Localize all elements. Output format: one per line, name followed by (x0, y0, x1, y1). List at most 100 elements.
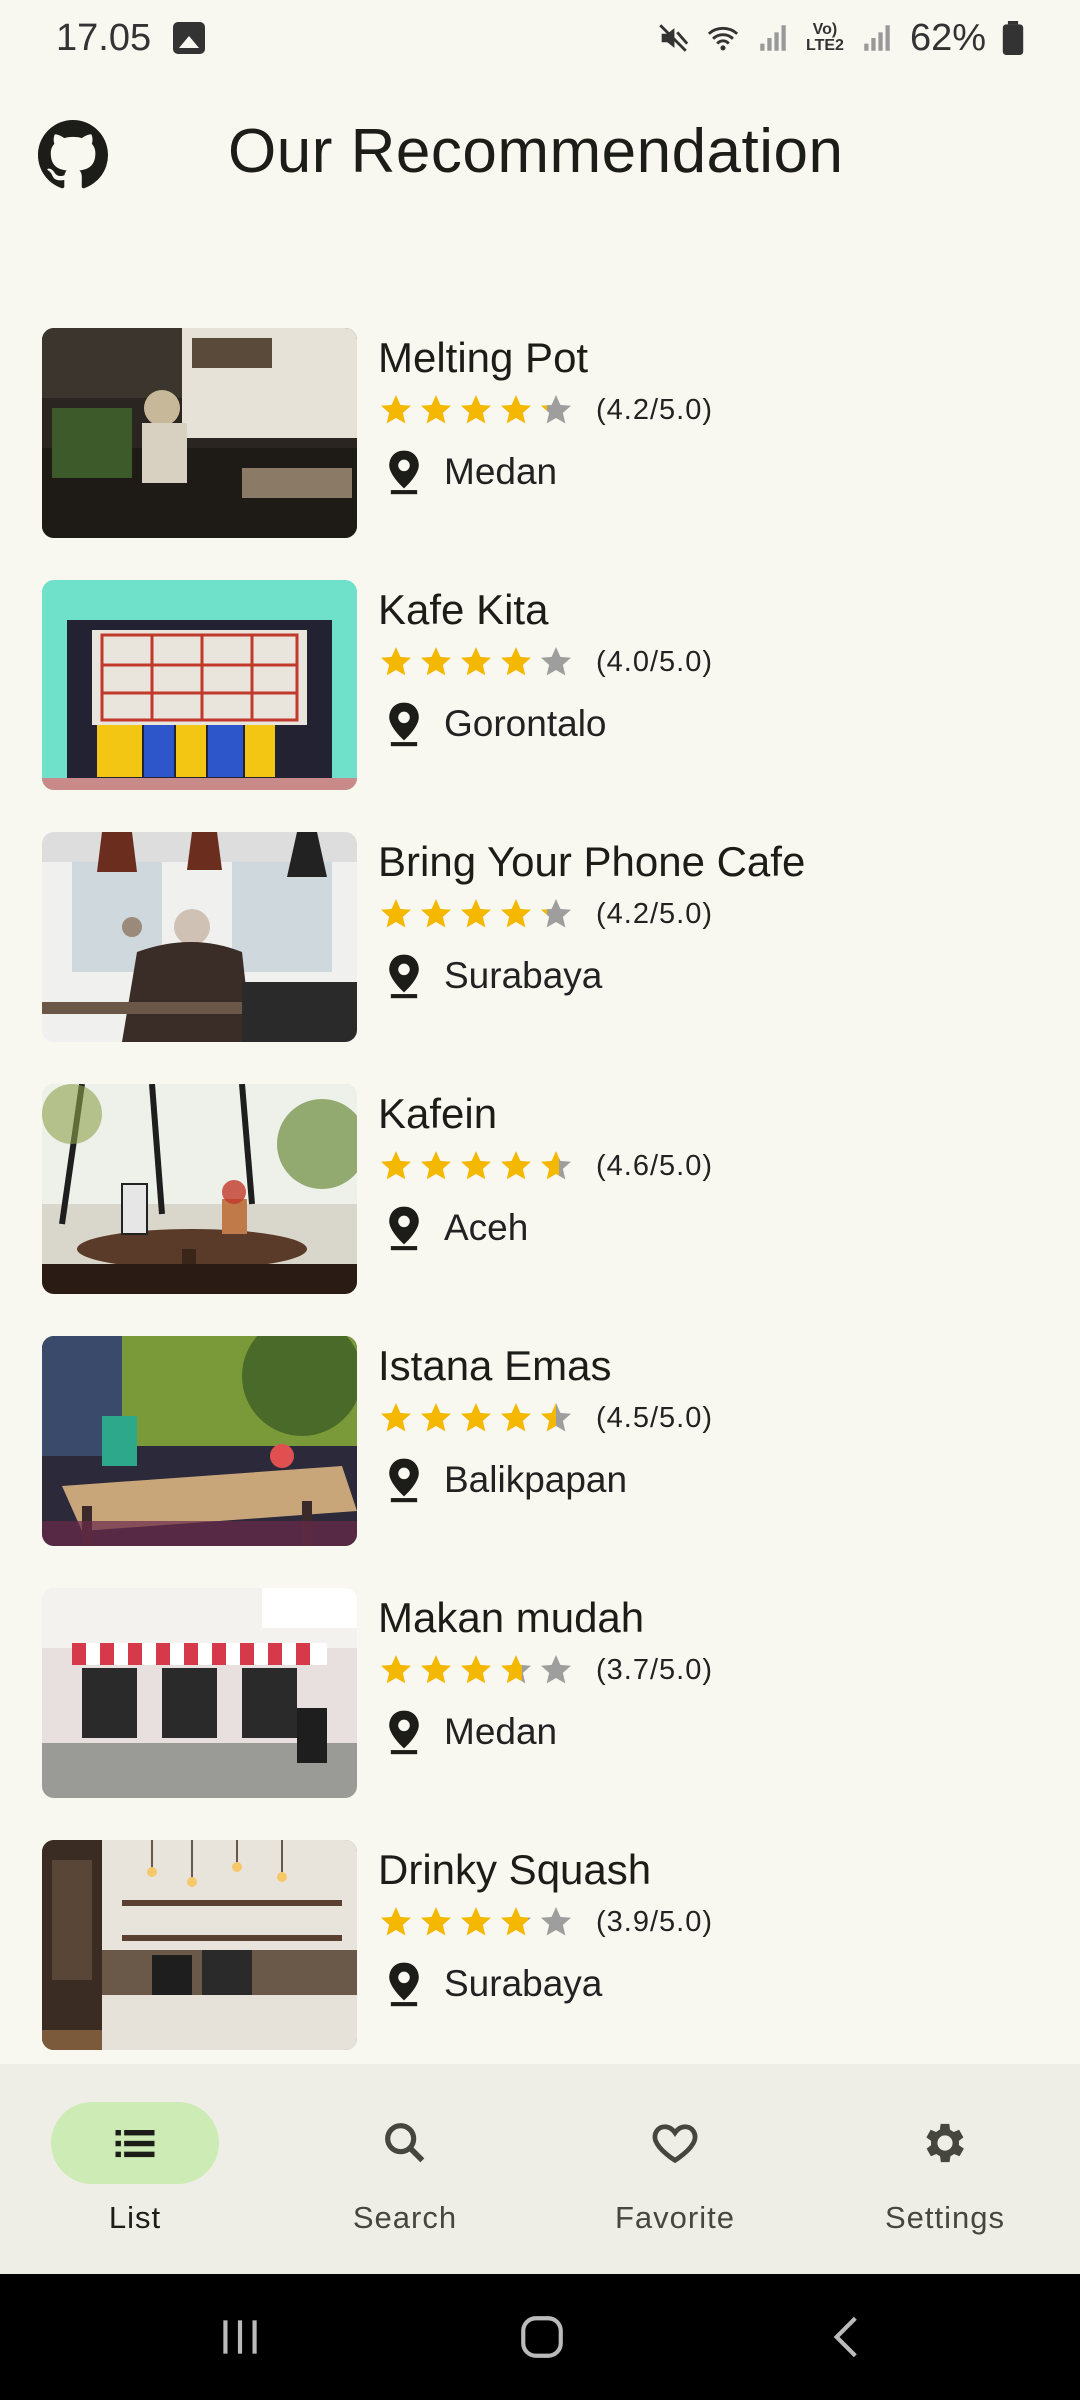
cafe-name: Bring Your Phone Cafe (378, 838, 806, 885)
star-icon (541, 899, 571, 928)
rating-text: (3.9/5.0) (596, 1905, 713, 1938)
star-icon (501, 1403, 531, 1432)
star-icon (541, 1403, 571, 1432)
cafe-name: Drinky Squash (378, 1846, 652, 1893)
cafe-name: Makan mudah (378, 1594, 645, 1641)
battery-icon (1002, 21, 1024, 55)
list-item[interactable]: Istana Emas (4.5/5.0) Balikpapan (42, 1326, 1042, 1546)
star-icon (541, 395, 571, 424)
nav-item-search[interactable]: Search (270, 2064, 540, 2274)
star-icon (421, 899, 451, 928)
gallery-notification-icon (173, 22, 206, 54)
cafe-image (42, 1588, 357, 1798)
nav-item-settings[interactable]: Settings (810, 2064, 1080, 2274)
cafe-location: Medan (444, 1711, 558, 1752)
location-pin-icon (389, 1962, 419, 2007)
nav-label-settings: Settings (884, 2200, 1005, 2235)
list-item[interactable]: Kafe Kita (4.0/5.0) Gorontalo (42, 570, 1042, 790)
list-item[interactable]: Drinky Squash (3.9/5.0) Surabaya (42, 1830, 1042, 2050)
star-icon (381, 647, 411, 676)
star-icon (421, 1655, 451, 1684)
cafe-image (42, 328, 357, 538)
star-icon (381, 1907, 411, 1936)
list-item[interactable]: Melting Pot (4.2/5.0) Medan (42, 318, 1042, 538)
cafe-image (42, 1336, 357, 1546)
star-icon (421, 647, 451, 676)
star-icon (541, 1907, 571, 1936)
back-icon[interactable] (822, 2312, 872, 2362)
signal-icon-1 (760, 25, 786, 51)
star-icon (421, 395, 451, 424)
star-rating (378, 644, 574, 680)
status-time: 17.05 (56, 16, 152, 59)
cafe-name: Kafein (378, 1090, 498, 1137)
star-rating (378, 1652, 574, 1688)
nav-label-search: Search (352, 2200, 458, 2235)
star-icon (461, 1907, 491, 1936)
battery-percent: 62% (909, 16, 986, 59)
cafe-image (42, 1840, 357, 2050)
cafe-image (42, 832, 357, 1042)
rating-text: (4.0/5.0) (596, 645, 713, 678)
system-navigation-bar (0, 2274, 1080, 2400)
status-bar: 17.05 Vo) LTE2 62% (0, 0, 1080, 76)
star-icon (501, 1655, 531, 1684)
star-icon (461, 1655, 491, 1684)
nav-item-list[interactable]: List (0, 2064, 270, 2274)
star-icon (541, 1151, 571, 1180)
star-rating (378, 1148, 574, 1184)
bottom-navigation: List Search Favorite Settings (0, 2064, 1080, 2274)
cafe-location: Surabaya (444, 955, 603, 996)
list-icon (115, 2130, 155, 2158)
star-rating (378, 1904, 574, 1940)
volte-indicator: Vo) LTE2 (806, 21, 844, 54)
home-icon[interactable] (517, 2312, 567, 2362)
star-rating (378, 392, 574, 428)
star-icon (421, 1403, 451, 1432)
location-pin-icon (389, 1458, 419, 1503)
star-icon (541, 647, 571, 676)
cafe-location: Aceh (444, 1207, 529, 1248)
location-pin-icon (389, 1710, 419, 1755)
star-icon (461, 647, 491, 676)
rating-text: (4.2/5.0) (596, 393, 713, 426)
star-icon (541, 1655, 571, 1684)
cafe-name: Kafe Kita (378, 586, 549, 633)
cafe-location: Surabaya (444, 1963, 603, 2004)
star-icon (381, 1403, 411, 1432)
wifi-icon (707, 26, 739, 51)
star-icon (421, 1907, 451, 1936)
cafe-image (42, 580, 357, 790)
rating-text: (3.7/5.0) (596, 1653, 713, 1686)
star-icon (381, 899, 411, 928)
cafe-location: Gorontalo (444, 703, 607, 744)
nav-item-favorite[interactable]: Favorite (540, 2064, 810, 2274)
nav-active-indicator (51, 2102, 219, 2184)
nav-label-list: List (108, 2200, 162, 2235)
rating-text: (4.6/5.0) (596, 1149, 713, 1182)
star-icon (501, 1907, 531, 1936)
star-icon (381, 1151, 411, 1180)
list-item[interactable]: Makan mudah (3.7/5.0) Medan (42, 1578, 1042, 1798)
signal-icon-2 (864, 25, 890, 51)
page-title: Our Recommendation (228, 117, 844, 186)
location-pin-icon (389, 450, 419, 495)
star-icon (501, 899, 531, 928)
list-item[interactable]: Kafein (4.6/5.0) Aceh (42, 1074, 1042, 1294)
location-pin-icon (389, 954, 419, 999)
github-icon[interactable] (38, 120, 108, 190)
cafe-location: Medan (444, 451, 558, 492)
app-header: Our Recommendation (0, 110, 1080, 200)
nav-label-favorite: Favorite (615, 2200, 735, 2235)
gear-icon (926, 2123, 964, 2163)
location-pin-icon (389, 702, 419, 747)
recent-apps-icon[interactable] (215, 2312, 265, 2362)
list-item[interactable]: Bring Your Phone Cafe (4.2/5.0) Surabaya (42, 822, 1042, 1042)
star-icon (461, 899, 491, 928)
star-icon (501, 647, 531, 676)
star-rating (378, 896, 574, 932)
cafe-name: Istana Emas (378, 1342, 612, 1389)
location-pin-icon (389, 1206, 419, 1251)
star-icon (461, 1403, 491, 1432)
search-icon (385, 2123, 425, 2163)
